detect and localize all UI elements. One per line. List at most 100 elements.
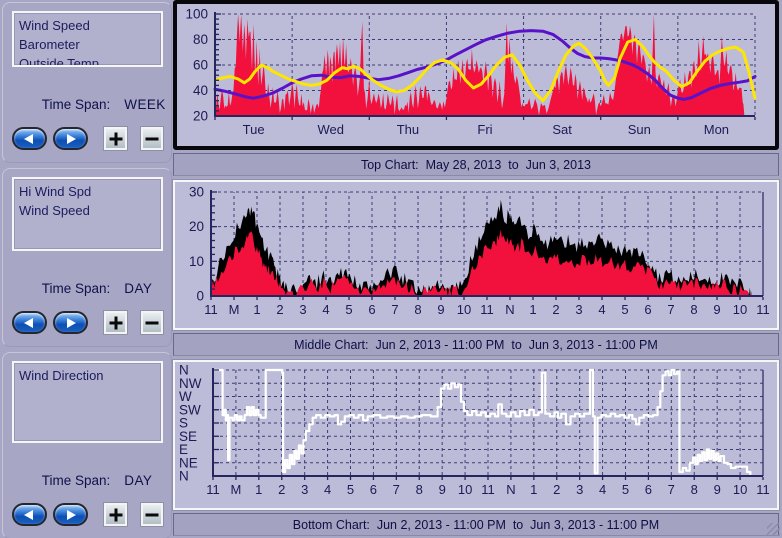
svg-text:N: N	[505, 302, 514, 317]
time-span-row: Time Span:DAY	[12, 458, 163, 503]
resize-grip[interactable]	[767, 523, 780, 536]
svg-text:7: 7	[393, 482, 400, 497]
next-button[interactable]	[53, 127, 88, 150]
svg-text:M: M	[230, 482, 241, 497]
svg-text:11: 11	[756, 302, 770, 317]
svg-text:5: 5	[621, 302, 628, 317]
svg-text:0: 0	[196, 289, 204, 304]
svg-text:2: 2	[552, 302, 559, 317]
zoom-in-button[interactable]	[104, 311, 126, 334]
svg-text:5: 5	[347, 482, 354, 497]
svg-text:8: 8	[416, 482, 423, 497]
bottom-chart-canvas: NNWWSWSSEENEN11M1234567891011N1234567891…	[175, 362, 777, 508]
svg-text:N: N	[179, 469, 189, 484]
control-panel-top: Wind Speed Barometer Outside Temp Time S…	[2, 2, 172, 163]
svg-text:1: 1	[255, 482, 262, 497]
next-button[interactable]	[53, 503, 88, 526]
svg-text:10: 10	[733, 482, 747, 497]
middle-chart-caption: Middle Chart: Jun 2, 2013 - 11:00 PM to …	[173, 333, 779, 356]
svg-text:M: M	[229, 302, 240, 317]
series-item[interactable]: Wind Direction	[19, 366, 156, 385]
svg-text:11: 11	[204, 302, 218, 317]
plus-icon	[109, 316, 122, 329]
series-item[interactable]: Wind Speed	[19, 16, 156, 35]
svg-text:11: 11	[206, 482, 220, 497]
svg-text:10: 10	[733, 302, 747, 317]
svg-text:60: 60	[193, 58, 208, 73]
series-listbox-top[interactable]: Wind Speed Barometer Outside Temp	[12, 11, 163, 67]
top-chart-caption: Top Chart: May 28, 2013 to Jun 3, 2013	[173, 153, 779, 176]
middle-chart: 302010011M1234567891011N1234567891011	[173, 180, 779, 330]
right-arrow-icon	[67, 318, 76, 328]
weather-app-window: Wind Speed Barometer Outside Temp Time S…	[0, 0, 782, 538]
svg-text:40: 40	[193, 83, 208, 98]
series-listbox-middle[interactable]: Hi Wind Spd Wind Speed	[12, 177, 163, 251]
svg-text:5: 5	[345, 302, 352, 317]
svg-text:1: 1	[530, 482, 537, 497]
charts-column: 10080604020TueWedThuFriSatSunMon Top Cha…	[172, 0, 782, 538]
time-span-row: Time Span:WEEK	[12, 82, 163, 127]
minus-icon	[145, 321, 158, 324]
svg-text:Sun: Sun	[628, 122, 651, 137]
svg-text:11: 11	[480, 302, 494, 317]
left-arrow-icon	[24, 510, 33, 520]
left-arrow-icon	[24, 318, 33, 328]
svg-text:1: 1	[529, 302, 536, 317]
svg-text:4: 4	[322, 302, 329, 317]
middle-chart-canvas: 302010011M1234567891011N1234567891011	[175, 182, 777, 328]
bottom-chart: NNWWSWSSEENEN11M1234567891011N1234567891…	[173, 360, 779, 510]
zoom-in-button[interactable]	[104, 127, 126, 150]
svg-text:Fri: Fri	[477, 122, 492, 137]
sidebar: Wind Speed Barometer Outside Temp Time S…	[0, 0, 172, 538]
time-span-row: Time Span:DAY	[12, 266, 163, 311]
chart-nav-buttons	[12, 503, 163, 526]
zoom-out-button[interactable]	[141, 127, 163, 150]
svg-text:8: 8	[690, 302, 697, 317]
svg-text:1: 1	[253, 302, 260, 317]
zoom-in-button[interactable]	[104, 503, 126, 526]
time-span-value: DAY	[124, 281, 152, 296]
svg-text:3: 3	[301, 482, 308, 497]
series-item[interactable]: Hi Wind Spd	[19, 182, 156, 201]
svg-text:6: 6	[370, 482, 377, 497]
svg-text:80: 80	[193, 32, 208, 47]
svg-text:11: 11	[481, 482, 495, 497]
svg-text:100: 100	[185, 7, 208, 22]
svg-text:3: 3	[575, 302, 582, 317]
svg-text:Sat: Sat	[552, 122, 572, 137]
svg-text:Thu: Thu	[397, 122, 419, 137]
svg-text:4: 4	[599, 482, 606, 497]
svg-text:10: 10	[457, 302, 471, 317]
svg-text:7: 7	[391, 302, 398, 317]
svg-text:7: 7	[668, 482, 675, 497]
prev-button[interactable]	[12, 503, 47, 526]
series-listbox-bottom[interactable]: Wind Direction	[12, 361, 163, 443]
svg-text:30: 30	[189, 185, 204, 200]
plus-icon	[109, 132, 122, 145]
svg-text:6: 6	[645, 482, 652, 497]
series-item[interactable]: Wind Speed	[19, 201, 156, 220]
svg-text:9: 9	[713, 302, 720, 317]
top-chart-canvas: 10080604020TueWedThuFriSatSunMon	[177, 4, 775, 146]
prev-button[interactable]	[12, 311, 47, 334]
series-item[interactable]: Outside Temp	[19, 54, 156, 67]
prev-button[interactable]	[12, 127, 47, 150]
control-panel-bottom: Wind Direction Time Span:DAY	[2, 352, 172, 538]
svg-text:20: 20	[189, 219, 204, 234]
series-item[interactable]: Barometer	[19, 35, 156, 54]
minus-icon	[145, 137, 158, 140]
svg-text:9: 9	[437, 302, 444, 317]
zoom-out-button[interactable]	[141, 503, 163, 526]
top-chart: 10080604020TueWedThuFriSatSunMon	[173, 0, 779, 150]
zoom-out-button[interactable]	[141, 311, 163, 334]
control-panel-middle: Hi Wind Spd Wind Speed Time Span:DAY	[2, 168, 172, 347]
svg-text:Mon: Mon	[704, 122, 729, 137]
right-arrow-icon	[67, 510, 76, 520]
minus-icon	[145, 513, 158, 516]
next-button[interactable]	[53, 311, 88, 334]
svg-text:5: 5	[622, 482, 629, 497]
plus-icon	[109, 508, 122, 521]
chart-nav-buttons	[12, 127, 163, 150]
time-span-value: WEEK	[124, 97, 165, 112]
svg-text:N: N	[506, 482, 515, 497]
